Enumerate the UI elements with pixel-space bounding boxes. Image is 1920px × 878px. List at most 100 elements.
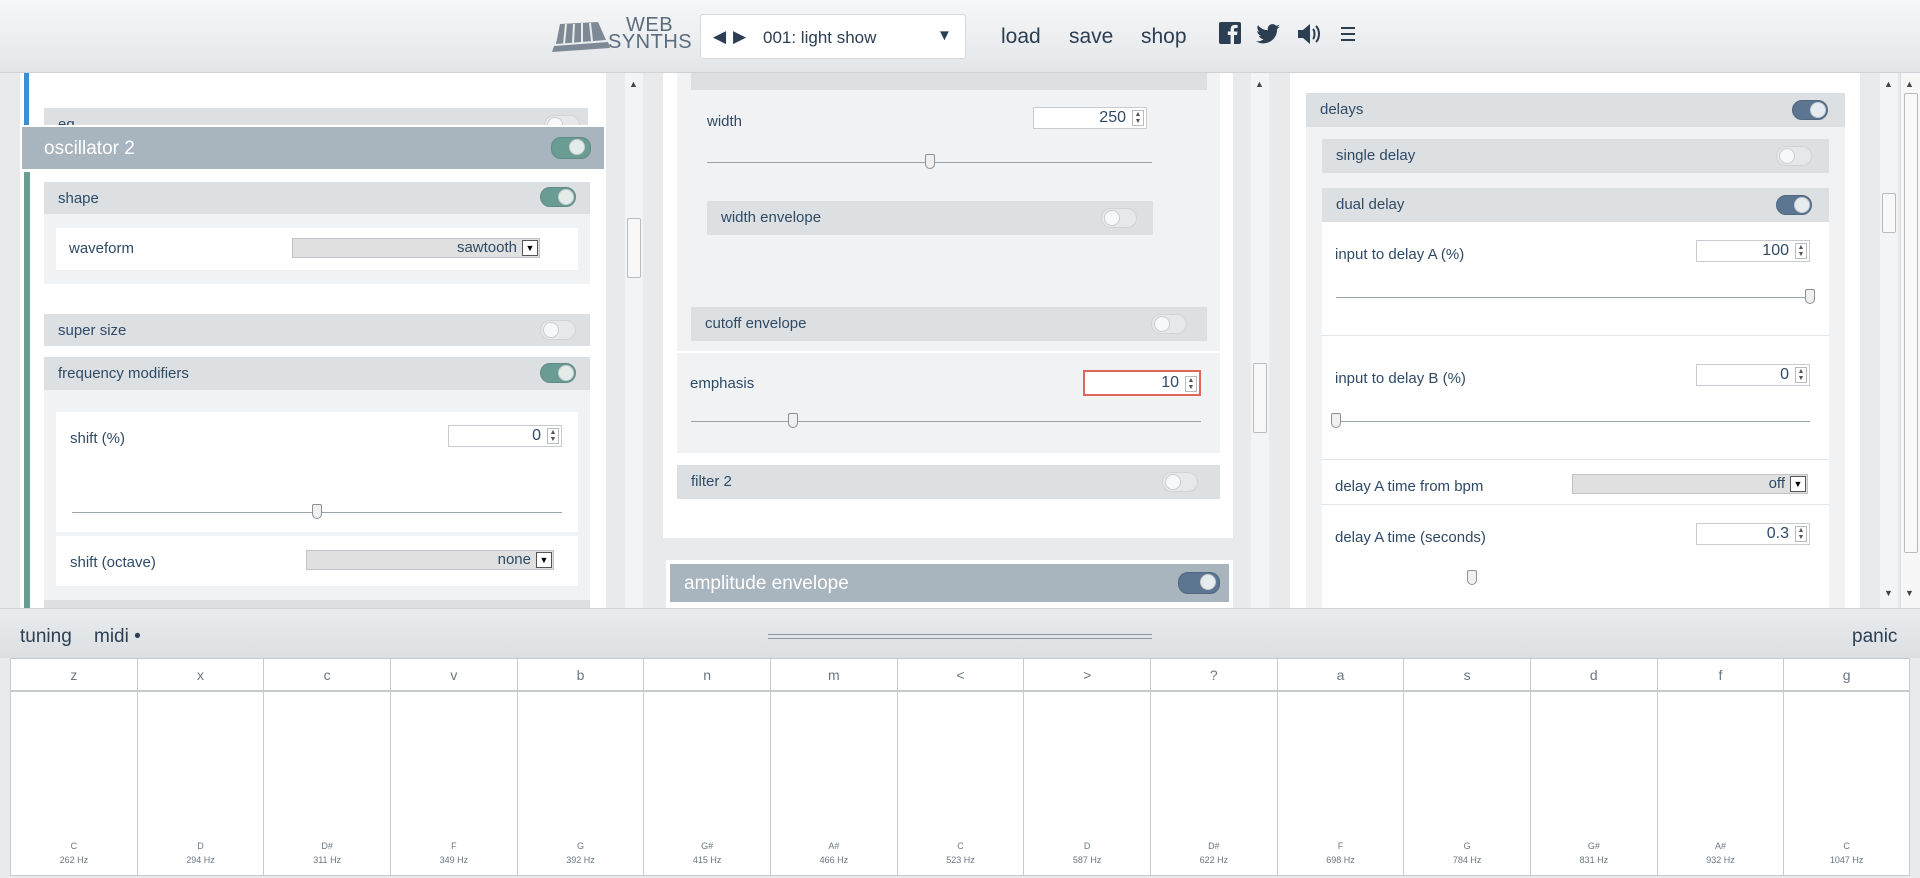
piano-key[interactable]: x D 294 Hz: [136, 658, 264, 876]
width-slider-thumb[interactable]: [924, 154, 935, 169]
oscillator2-toggle[interactable]: [551, 137, 591, 159]
left-scroll-thumb[interactable]: [627, 218, 641, 278]
spinner-icon[interactable]: ▲ ▼: [1795, 367, 1807, 383]
page-scroll-thumb[interactable]: [1904, 93, 1918, 553]
preset-selector[interactable]: ◀ ▶ 001: light show ▼: [700, 14, 966, 59]
input-b-track[interactable]: [1336, 421, 1810, 422]
single-delay-bar[interactable]: single delay: [1322, 139, 1829, 173]
input-b-slider-thumb[interactable]: [1331, 413, 1341, 428]
scroll-up-icon[interactable]: ▲: [1905, 79, 1914, 89]
keyboard-bar: tuning midi • panic: [0, 608, 1920, 658]
menu-icon[interactable]: [1335, 20, 1363, 48]
emphasis-track[interactable]: [691, 421, 1201, 422]
middle-scroll-thumb[interactable]: [1253, 363, 1267, 433]
super-size-toggle-visible[interactable]: [540, 320, 576, 340]
shape-toggle[interactable]: [540, 187, 576, 207]
bpm-value: off: [1768, 475, 1785, 492]
oscillator2-header[interactable]: oscillator 2: [22, 127, 604, 169]
chevron-down-icon: ▼: [536, 552, 552, 568]
scroll-down-icon[interactable]: ▼: [1884, 588, 1893, 598]
input-b-input[interactable]: 0 ▲ ▼: [1696, 364, 1810, 386]
waveform-select[interactable]: sawtooth ▼: [292, 238, 540, 258]
scroll-down-icon[interactable]: ▼: [1905, 588, 1914, 598]
key-shortcut-label: ?: [1209, 667, 1218, 683]
frequency-modifiers-toggle[interactable]: [540, 363, 576, 383]
scroll-up-icon[interactable]: ▲: [1884, 79, 1893, 89]
piano-key[interactable]: z C 262 Hz: [10, 658, 137, 876]
width-input[interactable]: 250 ▲ ▼: [1033, 107, 1147, 129]
piano-key[interactable]: g C 1047 Hz: [1783, 658, 1910, 876]
time-slider-thumb[interactable]: [1467, 570, 1477, 585]
delays-toggle[interactable]: [1792, 100, 1828, 120]
middle-scrollbar[interactable]: ▲: [1251, 73, 1269, 608]
emphasis-slider-thumb[interactable]: [788, 413, 798, 428]
super-size-bar-visible[interactable]: super size: [44, 314, 590, 346]
filter2-toggle[interactable]: [1162, 472, 1198, 492]
piano-key[interactable]: b G 392 Hz: [516, 658, 644, 876]
dual-delay-toggle[interactable]: [1776, 195, 1812, 215]
piano-key[interactable]: f A# 932 Hz: [1656, 658, 1784, 876]
width-envelope-bar[interactable]: width envelope: [707, 201, 1153, 235]
speaker-icon[interactable]: [1295, 20, 1323, 48]
right-scroll-thumb[interactable]: [1882, 193, 1896, 233]
scroll-up-icon[interactable]: ▲: [629, 79, 638, 89]
shift-pct-input[interactable]: 0 ▲ ▼: [448, 425, 562, 447]
next-preset-icon[interactable]: ▶: [733, 27, 746, 47]
input-a-label: input to delay A (%): [1335, 246, 1465, 263]
midi-button[interactable]: midi •: [94, 626, 141, 648]
time-input[interactable]: 0.3 ▲ ▼: [1696, 523, 1810, 545]
piano-key[interactable]: ? D# 622 Hz: [1150, 658, 1277, 876]
amplitude-envelope-toggle[interactable]: [1178, 572, 1220, 594]
width-envelope-toggle[interactable]: [1101, 208, 1137, 228]
prev-preset-icon[interactable]: ◀: [713, 27, 726, 47]
piano-key[interactable]: < C 523 Hz: [896, 658, 1024, 876]
piano-key[interactable]: n G# 415 Hz: [643, 658, 770, 876]
spinner-icon[interactable]: ▲ ▼: [1185, 376, 1197, 392]
piano-key[interactable]: > D 587 Hz: [1023, 658, 1150, 876]
facebook-icon[interactable]: [1217, 20, 1245, 48]
tuning-button[interactable]: tuning: [20, 626, 72, 648]
spinner-icon[interactable]: ▲ ▼: [1132, 110, 1144, 126]
left-scrollbar[interactable]: ▲: [625, 73, 643, 608]
chevron-down-icon[interactable]: ▼: [937, 27, 952, 44]
input-a-track[interactable]: [1336, 297, 1810, 298]
panic-button[interactable]: panic: [1852, 626, 1897, 648]
single-delay-toggle[interactable]: [1776, 146, 1812, 166]
shop-button[interactable]: shop: [1141, 25, 1187, 49]
bpm-label: delay A time from bpm: [1335, 478, 1484, 495]
cutoff-envelope-bar[interactable]: cutoff envelope: [691, 307, 1207, 341]
piano-key[interactable]: c D# 311 Hz: [263, 658, 390, 876]
emphasis-input[interactable]: 10 ▲ ▼: [1083, 370, 1201, 396]
shape-bar[interactable]: shape: [44, 182, 590, 214]
resize-handle[interactable]: [768, 634, 1152, 639]
shift-octave-select[interactable]: none ▼: [306, 550, 554, 570]
spinner-icon[interactable]: ▲ ▼: [1795, 526, 1807, 542]
spinner-icon[interactable]: ▲ ▼: [1795, 243, 1807, 259]
frequency-modifiers-bar[interactable]: frequency modifiers: [44, 357, 590, 389]
preset-name[interactable]: 001: light show: [763, 28, 876, 48]
width-value: 250: [1099, 109, 1126, 126]
spinner-icon[interactable]: ▲ ▼: [547, 428, 559, 444]
bpm-select[interactable]: off ▼: [1572, 474, 1808, 494]
page-scrollbar[interactable]: ▲ ▼: [1900, 73, 1920, 608]
piano-key[interactable]: v F 349 Hz: [390, 658, 517, 876]
scroll-up-icon[interactable]: ▲: [1255, 79, 1264, 89]
load-button[interactable]: load: [1001, 25, 1041, 49]
input-a-slider-thumb[interactable]: [1805, 289, 1815, 304]
piano-key[interactable]: a F 698 Hz: [1276, 658, 1404, 876]
filter2-bar[interactable]: filter 2: [677, 465, 1220, 499]
input-a-input[interactable]: 100 ▲ ▼: [1696, 240, 1810, 262]
delays-bar[interactable]: delays: [1306, 93, 1845, 127]
piano-key[interactable]: s G 784 Hz: [1403, 658, 1530, 876]
logo-line2: SYNTHS: [608, 31, 693, 53]
dual-delay-bar[interactable]: dual delay: [1322, 188, 1829, 222]
cutoff-envelope-toggle[interactable]: [1151, 314, 1187, 334]
piano-key[interactable]: d G# 831 Hz: [1530, 658, 1657, 876]
right-scrollbar[interactable]: ▲ ▼: [1880, 73, 1898, 608]
piano-key[interactable]: m A# 466 Hz: [770, 658, 897, 876]
amplitude-envelope-header[interactable]: amplitude envelope: [670, 564, 1229, 602]
twitter-icon[interactable]: [1254, 20, 1282, 48]
save-button[interactable]: save: [1069, 25, 1113, 49]
key-frequency-label: 392 Hz: [566, 855, 595, 865]
shift-pct-slider-thumb[interactable]: [312, 504, 322, 519]
